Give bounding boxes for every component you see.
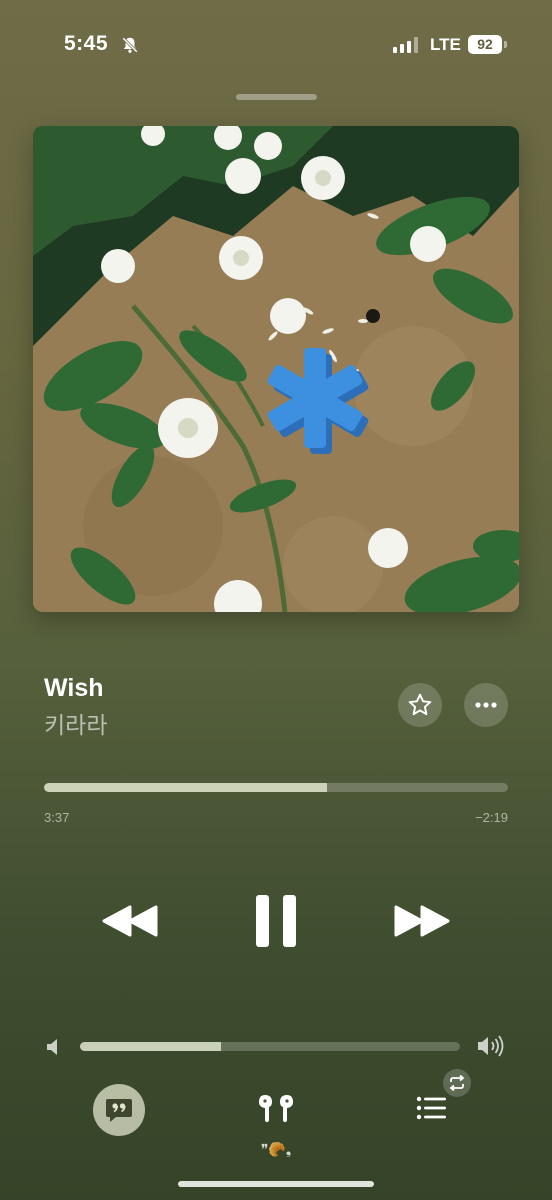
status-bar: 5:45 LTE 92 xyxy=(0,0,552,92)
battery-icon: 92 xyxy=(468,35,502,54)
volume-slider[interactable] xyxy=(80,1042,460,1051)
volume-low-icon xyxy=(47,1039,57,1055)
previous-button[interactable] xyxy=(98,898,162,944)
sheet-grabber[interactable] xyxy=(236,94,317,100)
ellipsis-icon xyxy=(475,702,497,708)
remaining-time: −2:19 xyxy=(475,810,508,825)
next-button[interactable] xyxy=(390,898,454,944)
signal-icon xyxy=(393,37,418,53)
queue-button[interactable] xyxy=(416,1095,450,1126)
volume-high-icon xyxy=(478,1035,504,1057)
song-artist[interactable]: 키라라 xyxy=(44,706,107,740)
favorite-button[interactable] xyxy=(398,683,442,727)
song-title[interactable]: Wish xyxy=(44,674,104,703)
list-icon xyxy=(416,1096,446,1120)
home-indicator[interactable] xyxy=(178,1181,374,1187)
rewind-icon xyxy=(102,905,158,937)
more-options-button[interactable] xyxy=(464,683,508,727)
pause-icon xyxy=(256,895,296,947)
fast-forward-icon xyxy=(394,905,450,937)
repeat-toggle[interactable] xyxy=(443,1069,471,1097)
battery-tip xyxy=(504,41,507,48)
playback-progress-slider[interactable] xyxy=(44,783,508,792)
clock: 5:45 xyxy=(64,32,109,55)
elapsed-time: 3:37 xyxy=(44,810,70,825)
lyrics-button[interactable] xyxy=(93,1084,145,1136)
star-icon xyxy=(408,693,432,716)
pause-button[interactable] xyxy=(250,890,302,952)
network-label: LTE xyxy=(430,35,461,54)
album-artwork xyxy=(33,126,519,612)
airpods-icon xyxy=(259,1095,293,1122)
airplay-button[interactable] xyxy=(256,1092,296,1124)
repeat-icon xyxy=(449,1075,465,1091)
silent-bell-icon xyxy=(122,37,138,53)
airplay-device-label: ❞🥐❟ xyxy=(260,1141,292,1157)
lyrics-quote-icon xyxy=(106,1099,132,1122)
progress-fill xyxy=(44,783,328,792)
volume-fill xyxy=(80,1042,221,1051)
